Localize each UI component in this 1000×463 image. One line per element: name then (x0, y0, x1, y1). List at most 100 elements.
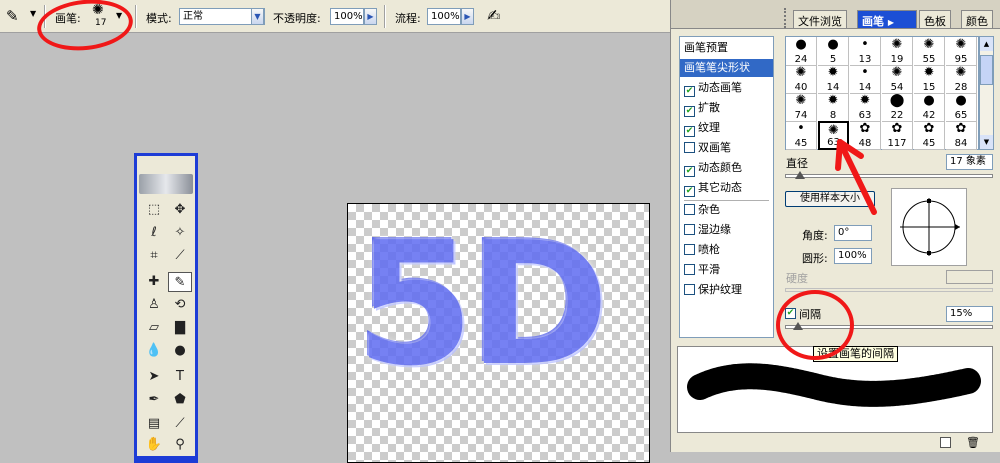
brush-tip[interactable]: ● 65 (946, 93, 977, 122)
brush-tip[interactable]: ✹ 15 (914, 65, 945, 94)
tab-file-browser[interactable]: 文件浏览 (793, 10, 847, 28)
brush-option-protect-texture[interactable]: 保护纹理 (684, 281, 742, 299)
checkbox-unchecked[interactable] (684, 142, 695, 153)
opacity-slider-button[interactable]: ▶ (364, 8, 377, 25)
brush-tip[interactable]: ✿ 45 (914, 121, 945, 150)
brush-tip[interactable]: ✺ 74 (786, 93, 817, 122)
flow-slider-button[interactable]: ▶ (461, 8, 474, 25)
brush-tip[interactable]: ✿ 84 (946, 121, 977, 150)
checkbox-unchecked[interactable] (684, 204, 695, 215)
brush-tip[interactable]: • 45 (786, 121, 817, 150)
brush-grid-scrollbar[interactable]: ▲ ▼ (979, 36, 994, 150)
brush-option-smoothing[interactable]: 平滑 (684, 261, 720, 279)
document-canvas[interactable]: 5D (347, 203, 650, 463)
brush-option-texture[interactable]: ✔ 纹理 (684, 119, 720, 137)
diameter-field[interactable]: 17 象素 (946, 154, 993, 170)
checkbox-checked[interactable]: ✔ (684, 166, 695, 177)
angle-roundness-widget[interactable] (891, 188, 967, 266)
clone-stamp-tool-icon[interactable]: ♙ (142, 295, 166, 315)
brush-tip[interactable]: • 13 (850, 37, 881, 66)
brush-tip[interactable]: ⬤ 22 (882, 93, 913, 122)
diameter-slider-thumb[interactable] (795, 171, 805, 179)
mode-dropdown-button[interactable]: ▼ (251, 8, 264, 25)
crop-tool-icon[interactable]: ⌗ (142, 246, 166, 266)
brush-option-presets[interactable]: 画笔预置 (684, 39, 728, 57)
notes-tool-icon[interactable]: ▤ (142, 414, 166, 434)
brush-option-shape-dynamics[interactable]: ✔ 动态画笔 (684, 79, 742, 97)
brush-tip-shape-icon: • (797, 121, 805, 136)
marquee-tool-icon[interactable]: ⬚ (142, 200, 166, 220)
checkbox-unchecked[interactable] (684, 224, 695, 235)
dodge-tool-icon[interactable]: ● (168, 341, 192, 361)
checkbox-unchecked[interactable] (684, 284, 695, 295)
scroll-up-arrow-icon[interactable]: ▲ (980, 37, 993, 51)
opacity-field[interactable]: 100% (330, 8, 364, 25)
eraser-tool-icon[interactable]: ▱ (142, 318, 166, 338)
roundness-field[interactable]: 100% (834, 248, 872, 264)
brush-tool-icon[interactable]: ✎ (6, 7, 19, 25)
brush-tip-size: 74 (794, 110, 808, 121)
lasso-tool-icon[interactable]: ℓ (142, 223, 166, 243)
brush-tip[interactable]: ✺ 55 (914, 37, 945, 66)
brush-option-wet-edges[interactable]: 湿边缘 (684, 221, 731, 239)
brush-tip[interactable]: ✹ 63 (850, 93, 881, 122)
hand-tool-icon[interactable]: ✋ (142, 435, 166, 455)
brush-tip[interactable]: ● 24 (786, 37, 817, 66)
airbrush-icon[interactable]: ✍ (487, 6, 500, 25)
tab-swatches[interactable]: 色板 (919, 10, 951, 28)
brush-option-tip-shape[interactable]: 画笔笔尖形状 (680, 59, 773, 77)
brush-tip[interactable]: ● 42 (914, 93, 945, 122)
eyedropper-tool-icon[interactable]: ⟋ (168, 414, 192, 434)
brush-option-noise[interactable]: 杂色 (684, 201, 720, 219)
slice-tool-icon[interactable]: ⟋ (168, 246, 192, 266)
gradient-tool-icon[interactable]: ▇ (168, 318, 192, 338)
checkbox-unchecked[interactable] (684, 264, 695, 275)
type-tool-icon[interactable]: T (168, 367, 192, 387)
brush-option-dual-brush[interactable]: 双画笔 (684, 139, 731, 157)
brush-tip[interactable]: ✺ 40 (786, 65, 817, 94)
tab-color[interactable]: 颜色 (961, 10, 993, 28)
move-tool-icon[interactable]: ✥ (168, 200, 192, 220)
zoom-tool-icon[interactable]: ⚲ (168, 435, 192, 455)
trash-icon[interactable]: 🗑 (966, 436, 980, 449)
brush-tip[interactable]: ✿ 117 (882, 121, 913, 150)
magic-wand-tool-icon[interactable]: ✧ (168, 223, 192, 243)
pen-tool-icon[interactable]: ✒ (142, 390, 166, 410)
diameter-slider[interactable] (785, 174, 993, 178)
spacing-field[interactable]: 15% (946, 306, 993, 322)
painted-text: 5D (356, 206, 609, 404)
blur-tool-icon[interactable]: 💧 (142, 341, 166, 361)
scroll-down-arrow-icon[interactable]: ▼ (980, 135, 993, 149)
flow-field[interactable]: 100% (427, 8, 461, 25)
brush-tip[interactable]: • 14 (850, 65, 881, 94)
tab-menu-arrow-icon[interactable]: ▶ (888, 18, 894, 27)
history-brush-tool-icon[interactable]: ⟲ (168, 295, 192, 315)
new-brush-icon[interactable] (940, 437, 951, 448)
brush-tip[interactable]: ✺ 95 (946, 37, 977, 66)
brush-option-color-dynamics[interactable]: ✔ 动态颜色 (684, 159, 742, 177)
brush-tip[interactable]: ✺ 54 (882, 65, 913, 94)
brush-tip[interactable]: ● 5 (818, 37, 849, 66)
scroll-thumb[interactable] (980, 55, 993, 85)
checkbox-checked[interactable]: ✔ (684, 126, 695, 137)
healing-brush-tool-icon[interactable]: ✚ (142, 272, 166, 292)
brush-tip[interactable]: ✺ 19 (882, 37, 913, 66)
checkbox-checked[interactable]: ✔ (684, 86, 695, 97)
checkbox-checked[interactable]: ✔ (684, 186, 695, 197)
brush-tip[interactable]: ✹ 8 (818, 93, 849, 122)
tool-preset-arrow-icon[interactable]: ▼ (30, 9, 36, 18)
brush-option-airbrush[interactable]: 喷枪 (684, 241, 720, 259)
checkbox-checked[interactable]: ✔ (684, 106, 695, 117)
brush-tip[interactable]: ✹ 14 (818, 65, 849, 94)
brush-option-scattering[interactable]: ✔ 扩散 (684, 99, 720, 117)
path-selection-tool-icon[interactable]: ➤ (142, 367, 166, 387)
shape-tool-icon[interactable]: ⬟ (168, 390, 192, 410)
angle-field[interactable]: 0° (834, 225, 872, 241)
checkbox-unchecked[interactable] (684, 244, 695, 255)
panel-grip[interactable] (784, 8, 790, 28)
brush-option-other-dynamics[interactable]: ✔ 其它动态 (684, 179, 742, 197)
brush-tool-icon[interactable]: ✎ (168, 272, 192, 292)
brush-option-label: 保护纹理 (698, 283, 742, 296)
brush-tip[interactable]: ✺ 28 (946, 65, 977, 94)
tab-brushes[interactable]: 画笔 ▶ (857, 10, 917, 28)
